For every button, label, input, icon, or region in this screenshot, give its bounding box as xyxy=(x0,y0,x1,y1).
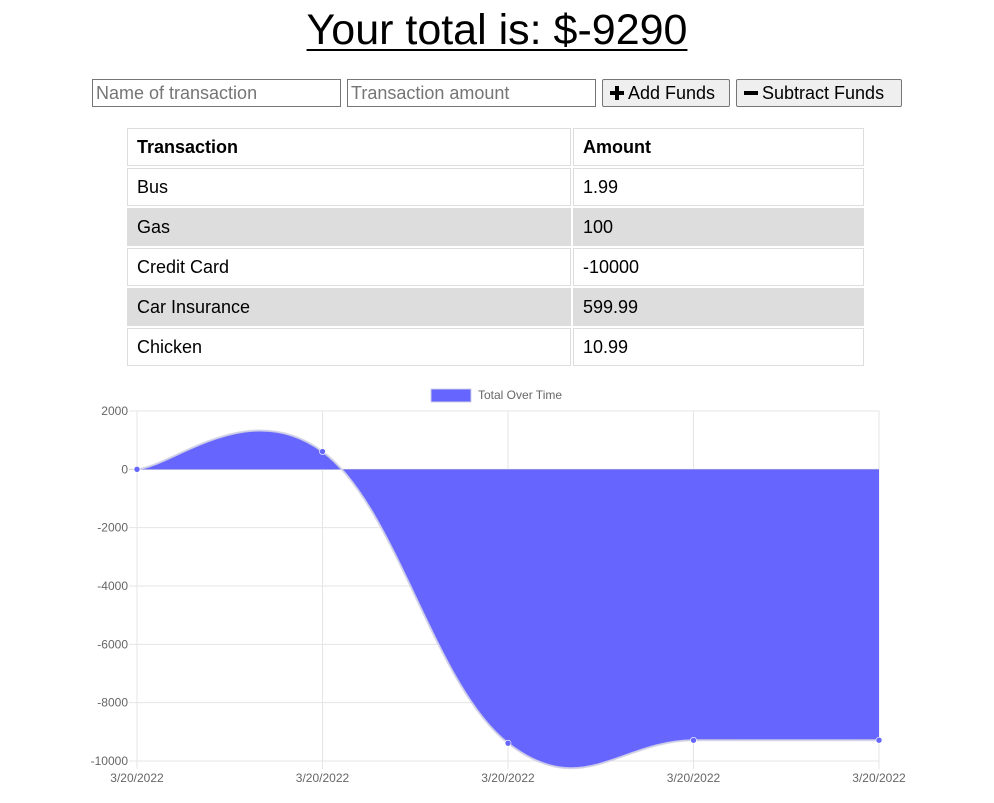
data-point xyxy=(690,736,697,744)
chart-canvas: 2000 0 -2000 -4000 -6000 -8000 -10000 3/20/2022… xyxy=(91,388,906,785)
legend-label: Total Over Time xyxy=(478,388,562,402)
transaction-amount: 100 xyxy=(573,208,864,246)
transactions-table: Transaction Amount Bus 1.99 Gas 100 Cred… xyxy=(125,126,866,368)
y-tick-label: -2000 xyxy=(97,521,128,535)
plus-icon xyxy=(610,86,624,100)
transaction-amount: 1.99 xyxy=(573,168,864,206)
table-row: Car Insurance 599.99 xyxy=(127,288,864,326)
transaction-name-input[interactable] xyxy=(92,79,341,107)
header-amount: Amount xyxy=(573,128,864,166)
x-tick-label: 3/20/2022 xyxy=(852,771,906,785)
transaction-form: Add Funds Subtract Funds xyxy=(92,79,902,107)
y-tick-label: 0 xyxy=(121,462,128,476)
subtract-funds-label: Subtract Funds xyxy=(762,82,885,103)
transaction-amount-input[interactable] xyxy=(347,79,596,107)
transaction-name: Credit Card xyxy=(127,248,571,286)
subtract-funds-button[interactable]: Subtract Funds xyxy=(736,79,902,107)
transaction-name: Gas xyxy=(127,208,571,246)
minus-icon xyxy=(744,91,758,95)
header-transaction: Transaction xyxy=(127,128,571,166)
data-point xyxy=(133,466,141,473)
x-tick-label: 3/20/2022 xyxy=(667,771,721,785)
table-header-row: Transaction Amount xyxy=(127,128,864,166)
legend-swatch xyxy=(430,388,472,403)
table-row: Chicken 10.99 xyxy=(127,328,864,366)
y-tick-label: -4000 xyxy=(97,579,128,593)
y-tick-label: 2000 xyxy=(101,404,128,418)
y-tick-label: -10000 xyxy=(91,754,129,768)
total-heading: Your total is: $-9290 xyxy=(306,6,688,54)
transaction-amount: -10000 xyxy=(573,248,864,286)
y-tick-label: -6000 xyxy=(97,637,128,651)
transaction-name: Chicken xyxy=(127,328,571,366)
series-area xyxy=(137,430,879,769)
x-tick-label: 3/20/2022 xyxy=(296,771,350,785)
data-point xyxy=(504,739,512,747)
x-tick-label: 3/20/2022 xyxy=(481,771,535,785)
y-tick-label: -8000 xyxy=(97,696,128,710)
total-over-time-chart: 2000 0 -2000 -4000 -6000 -8000 -10000 3/20/2022… xyxy=(0,384,994,803)
transaction-name: Bus xyxy=(127,168,571,206)
transaction-amount: 599.99 xyxy=(573,288,864,326)
x-tick-label: 3/20/2022 xyxy=(110,771,164,785)
table-row: Bus 1.99 xyxy=(127,168,864,206)
data-point xyxy=(875,736,883,744)
table-row: Gas 100 xyxy=(127,208,864,246)
add-funds-label: Add Funds xyxy=(628,82,716,103)
transaction-amount: 10.99 xyxy=(573,328,864,366)
transaction-name: Car Insurance xyxy=(127,288,571,326)
add-funds-button[interactable]: Add Funds xyxy=(602,79,730,107)
data-point xyxy=(319,448,326,455)
table-row: Credit Card -10000 xyxy=(127,248,864,286)
